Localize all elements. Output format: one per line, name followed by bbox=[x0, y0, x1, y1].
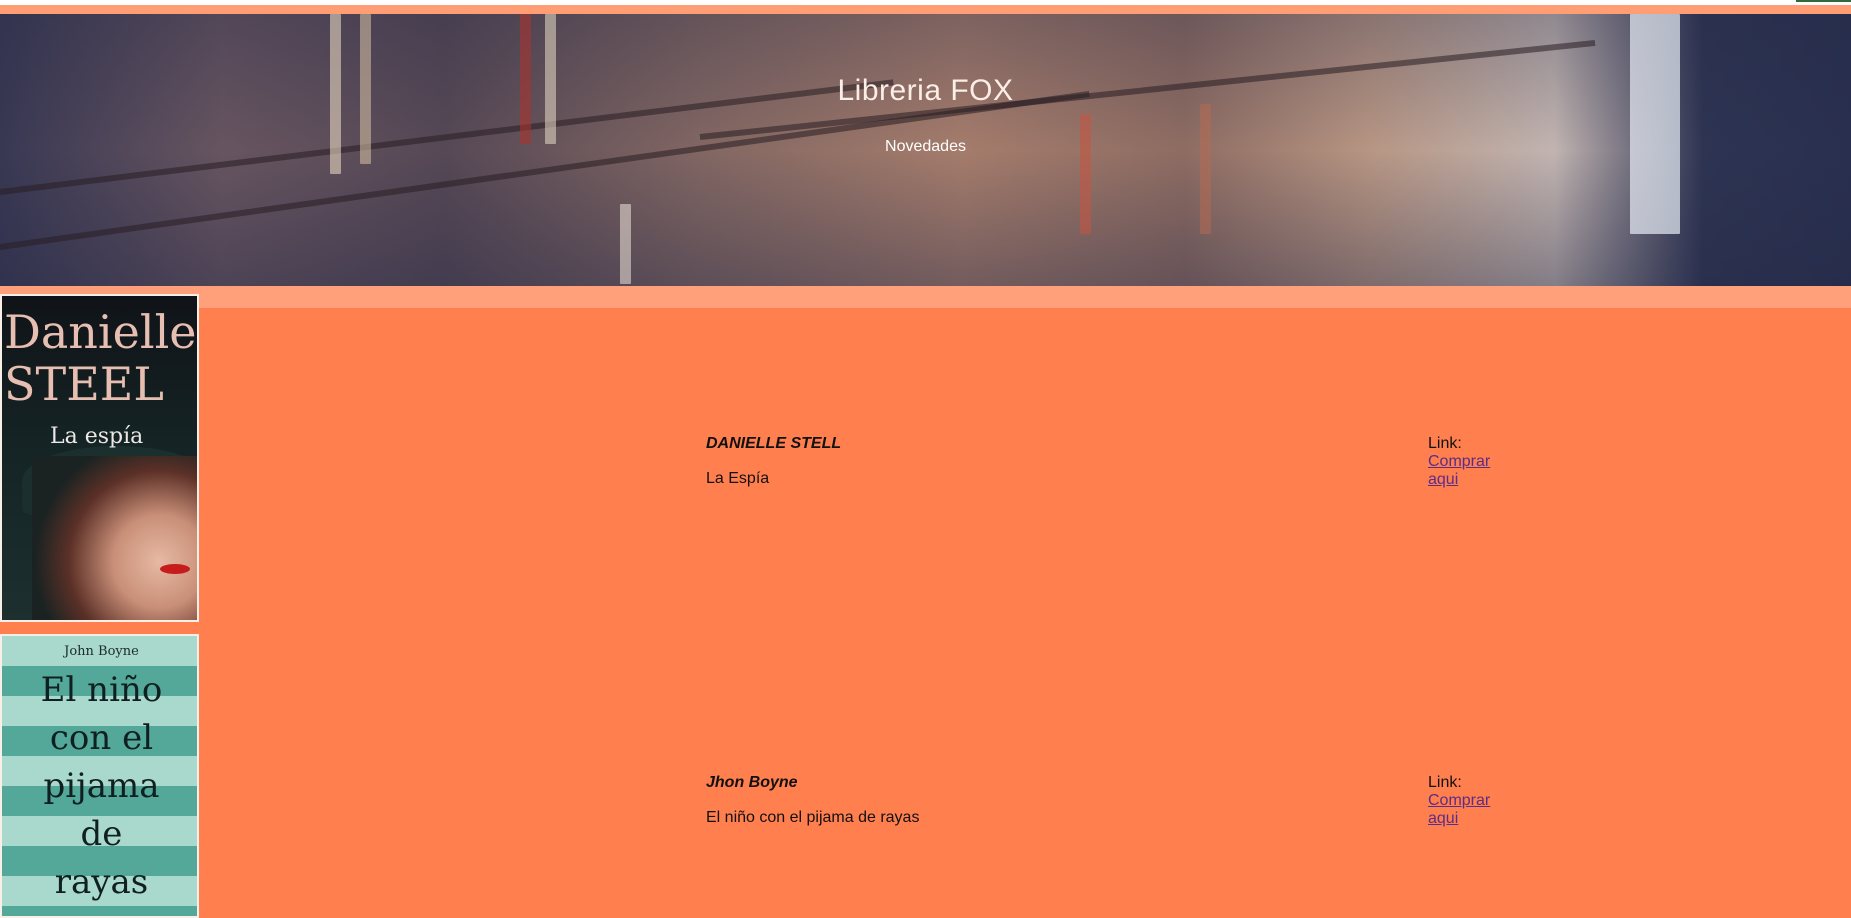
link-label: Link: bbox=[1428, 774, 1462, 791]
book-decoration bbox=[1200, 104, 1211, 234]
section-subtitle: Novedades bbox=[885, 138, 966, 155]
site-title: Libreria FOX bbox=[837, 74, 1014, 107]
cover-author-text: Danielle STEEL bbox=[4, 305, 197, 411]
book-title: El niño con el pijama de rayas bbox=[706, 809, 920, 826]
book-author: Jhon Boyne bbox=[706, 774, 798, 791]
book-title: La Espía bbox=[706, 470, 770, 487]
cover-lips-shape bbox=[160, 564, 190, 574]
cover-portrait bbox=[32, 456, 197, 620]
buy-link[interactable]: Comprar aqui bbox=[1428, 453, 1508, 489]
cover-author-text: John Boyne bbox=[64, 644, 139, 659]
book-decoration bbox=[620, 204, 631, 284]
book-cover-image: John Boyne El niño con el pijama de raya… bbox=[0, 634, 199, 918]
book-decoration bbox=[1080, 114, 1091, 234]
cover-title-text: El niño con el pijama de rayas bbox=[40, 670, 163, 902]
top-accent bbox=[1796, 0, 1851, 2]
top-strip bbox=[0, 5, 1851, 14]
hero-banner: Libreria FOX Novedades bbox=[0, 14, 1851, 286]
link-label: Link: bbox=[1428, 435, 1462, 452]
book-decoration bbox=[1630, 14, 1680, 234]
cover-title-text: La espía bbox=[50, 424, 144, 449]
book-cover-image: Danielle STEEL La espía bbox=[0, 294, 199, 622]
buy-link[interactable]: Comprar aqui bbox=[1428, 792, 1508, 828]
book-author: DANIELLE STELL bbox=[706, 435, 842, 452]
header-band bbox=[0, 286, 1851, 308]
